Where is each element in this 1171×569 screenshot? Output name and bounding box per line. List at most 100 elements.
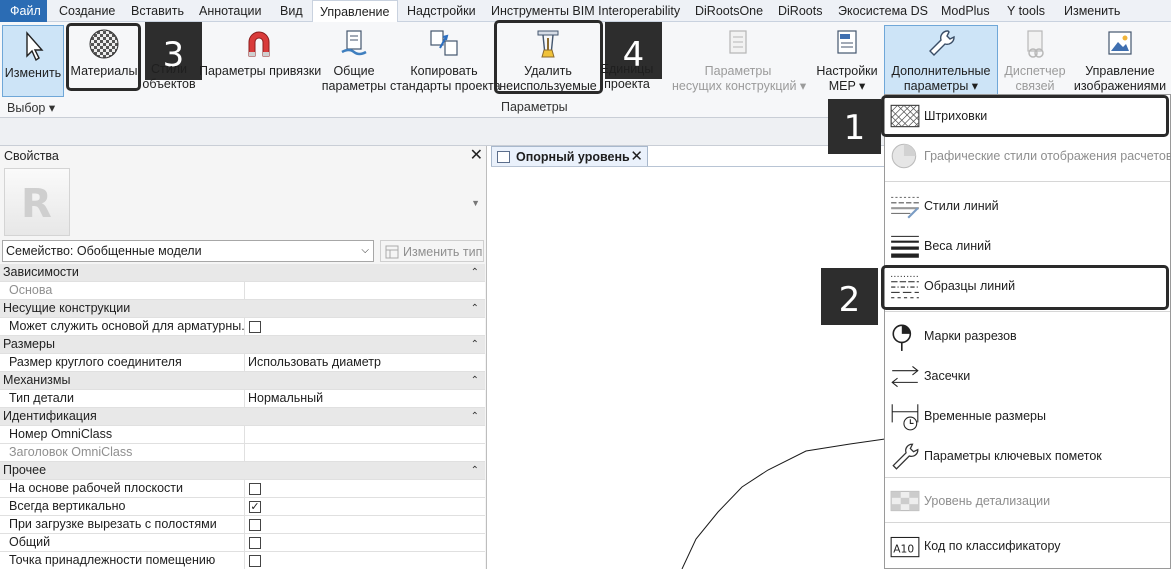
- shared-parameters-icon: [341, 30, 367, 56]
- property-value[interactable]: [244, 516, 485, 534]
- edit-type-button[interactable]: Изменить тип: [380, 240, 484, 262]
- tab-insert[interactable]: Вставить: [131, 0, 184, 22]
- tab-bim-interoperability[interactable]: Инструменты BIM Interoperability: [491, 0, 680, 22]
- collapse-chevron-icon[interactable]: ⌃: [471, 300, 479, 317]
- select-panel-label[interactable]: Выбор ▾: [7, 100, 55, 115]
- project-units-label-2: проекта: [604, 77, 650, 91]
- tab-addins[interactable]: Надстройки: [407, 0, 476, 22]
- menu-item-detail-level[interactable]: Уровень детализации: [885, 482, 1170, 520]
- collapse-chevron-icon[interactable]: ⌃: [471, 408, 479, 425]
- tab-ytools[interactable]: Y tools: [1007, 0, 1045, 22]
- modify-button[interactable]: Изменить: [2, 30, 64, 81]
- close-icon[interactable]: ✕: [470, 146, 483, 166]
- checkbox[interactable]: [249, 321, 261, 333]
- collapse-chevron-icon[interactable]: ⌃: [471, 264, 479, 281]
- tab-file[interactable]: Файл: [0, 0, 47, 22]
- property-row[interactable]: Заголовок OmniClass: [0, 444, 485, 462]
- tab-dirootsone[interactable]: DiRootsOne: [695, 0, 763, 22]
- link-manager-button[interactable]: Диспетчер связей: [1002, 28, 1068, 94]
- drawing-canvas[interactable]: [488, 167, 885, 569]
- transfer-standards-button[interactable]: Копировать стандарты проекта: [390, 28, 501, 94]
- menu-item-line-weights[interactable]: Веса линий: [885, 227, 1170, 265]
- close-icon[interactable]: ✕: [630, 147, 643, 167]
- property-row[interactable]: Точка принадлежности помещению: [0, 552, 485, 569]
- property-value[interactable]: [244, 318, 485, 336]
- menu-item-label: Графические стили отображения расчетов: [924, 149, 1171, 163]
- callout-2-frame: [881, 265, 1169, 310]
- checkbox[interactable]: [249, 537, 261, 549]
- menu-item-label: Временные размеры: [924, 409, 1046, 423]
- tab-view[interactable]: Вид: [280, 0, 303, 22]
- magnet-icon: [248, 31, 270, 57]
- property-value[interactable]: [244, 426, 485, 444]
- property-category[interactable]: Несущие конструкции ⌃: [0, 300, 485, 318]
- property-category[interactable]: Механизмы ⌃: [0, 372, 485, 390]
- menu-item-line-styles[interactable]: Стили линий: [885, 187, 1170, 225]
- snaps-button[interactable]: Параметры привязки: [199, 28, 321, 79]
- analysis-display-styles-icon: [891, 143, 917, 169]
- collapse-chevron-icon[interactable]: ⌃: [471, 336, 479, 353]
- menu-item-section-tags[interactable]: Марки разрезов: [885, 317, 1170, 355]
- property-row[interactable]: Общий: [0, 534, 485, 552]
- checkbox[interactable]: [249, 483, 261, 495]
- tab-create[interactable]: Создание: [59, 0, 115, 22]
- property-row[interactable]: Тип детали Нормальный: [0, 390, 485, 408]
- menu-item-assembly-code[interactable]: A10 Код по классификатору: [885, 527, 1170, 565]
- property-category[interactable]: Идентификация ⌃: [0, 408, 485, 426]
- tab-annotate[interactable]: Аннотации: [199, 0, 261, 22]
- property-category[interactable]: Размеры ⌃: [0, 336, 485, 354]
- menu-item-temporary-dimensions[interactable]: Временные размеры: [885, 397, 1170, 435]
- menu-item-analysis-display-styles[interactable]: Графические стили отображения расчетов: [885, 137, 1171, 175]
- shared-parameters-button[interactable]: Общие параметры: [320, 28, 388, 94]
- checkbox-checked[interactable]: ✓: [249, 501, 261, 513]
- project-units-label-1: Единицы: [600, 62, 654, 76]
- checkbox[interactable]: [249, 519, 261, 531]
- collapse-chevron-icon[interactable]: ⌃: [471, 372, 479, 389]
- property-row[interactable]: Основа: [0, 282, 485, 300]
- collapse-chevron-icon[interactable]: ⌃: [471, 462, 479, 479]
- chevron-down-icon: ⌵: [361, 245, 369, 256]
- manage-images-button[interactable]: Управление изображениями: [1070, 28, 1170, 94]
- property-name: Заголовок OmniClass: [9, 445, 133, 459]
- tab-modify[interactable]: Изменить: [1064, 0, 1120, 22]
- category-label: Идентификация: [3, 409, 97, 423]
- model-curve[interactable]: [681, 438, 885, 569]
- property-value[interactable]: [244, 534, 485, 552]
- property-category[interactable]: Зависимости ⌃: [0, 264, 485, 282]
- property-row[interactable]: Размер круглого соединителя Использовать …: [0, 354, 485, 372]
- category-label: Зависимости: [3, 265, 79, 279]
- property-row[interactable]: На основе рабочей плоскости: [0, 480, 485, 498]
- line-weights-icon: [891, 235, 919, 258]
- property-value[interactable]: [244, 480, 485, 498]
- callout-1-badge: 1: [828, 99, 881, 154]
- structural-settings-button[interactable]: Параметры несущих конструкций ▾: [672, 28, 806, 94]
- property-value[interactable]: [244, 444, 485, 462]
- property-value[interactable]: [244, 552, 485, 569]
- property-row[interactable]: Номер OmniClass: [0, 426, 485, 444]
- property-value[interactable]: Нормальный: [244, 390, 485, 408]
- tab-diroots[interactable]: DiRoots: [778, 0, 822, 22]
- modify-label: Изменить: [4, 66, 62, 80]
- checkbox[interactable]: [249, 555, 261, 567]
- property-value[interactable]: Использовать диаметр: [244, 354, 485, 372]
- property-category[interactable]: Прочее ⌃: [0, 462, 485, 480]
- category-label: Прочее: [3, 463, 47, 477]
- menu-item-keynoting-settings[interactable]: Параметры ключевых пометок: [885, 437, 1170, 475]
- property-row[interactable]: Может служить основой для арматурны...: [0, 318, 485, 336]
- tab-modplus[interactable]: ModPlus: [941, 0, 990, 22]
- property-value[interactable]: ✓: [244, 498, 485, 516]
- project-units-button[interactable]: Единицы проекта: [600, 62, 654, 92]
- type-selector-arrow-icon[interactable]: ▼: [471, 198, 480, 208]
- mep-settings-button[interactable]: Настройки MEP ▾: [813, 28, 881, 94]
- property-row[interactable]: При загрузке вырезать с полостями: [0, 516, 485, 534]
- tab-manage[interactable]: Управление: [312, 0, 398, 23]
- object-styles-button[interactable]: Стили объектов: [138, 62, 200, 92]
- family-selector[interactable]: Семейство: Обобщенные модели ⌵: [2, 240, 374, 262]
- menu-item-arrowheads[interactable]: Засечки: [885, 357, 1170, 395]
- view-tab-level[interactable]: Опорный уровень ✕: [491, 146, 648, 167]
- additional-settings-button[interactable]: Дополнительные параметры ▾: [884, 28, 998, 94]
- tab-ds-ecosystem[interactable]: Экосистема DS: [838, 0, 928, 22]
- property-value[interactable]: [244, 282, 485, 300]
- property-row[interactable]: Всегда вертикально ✓: [0, 498, 485, 516]
- object-styles-label-2: объектов: [142, 77, 196, 91]
